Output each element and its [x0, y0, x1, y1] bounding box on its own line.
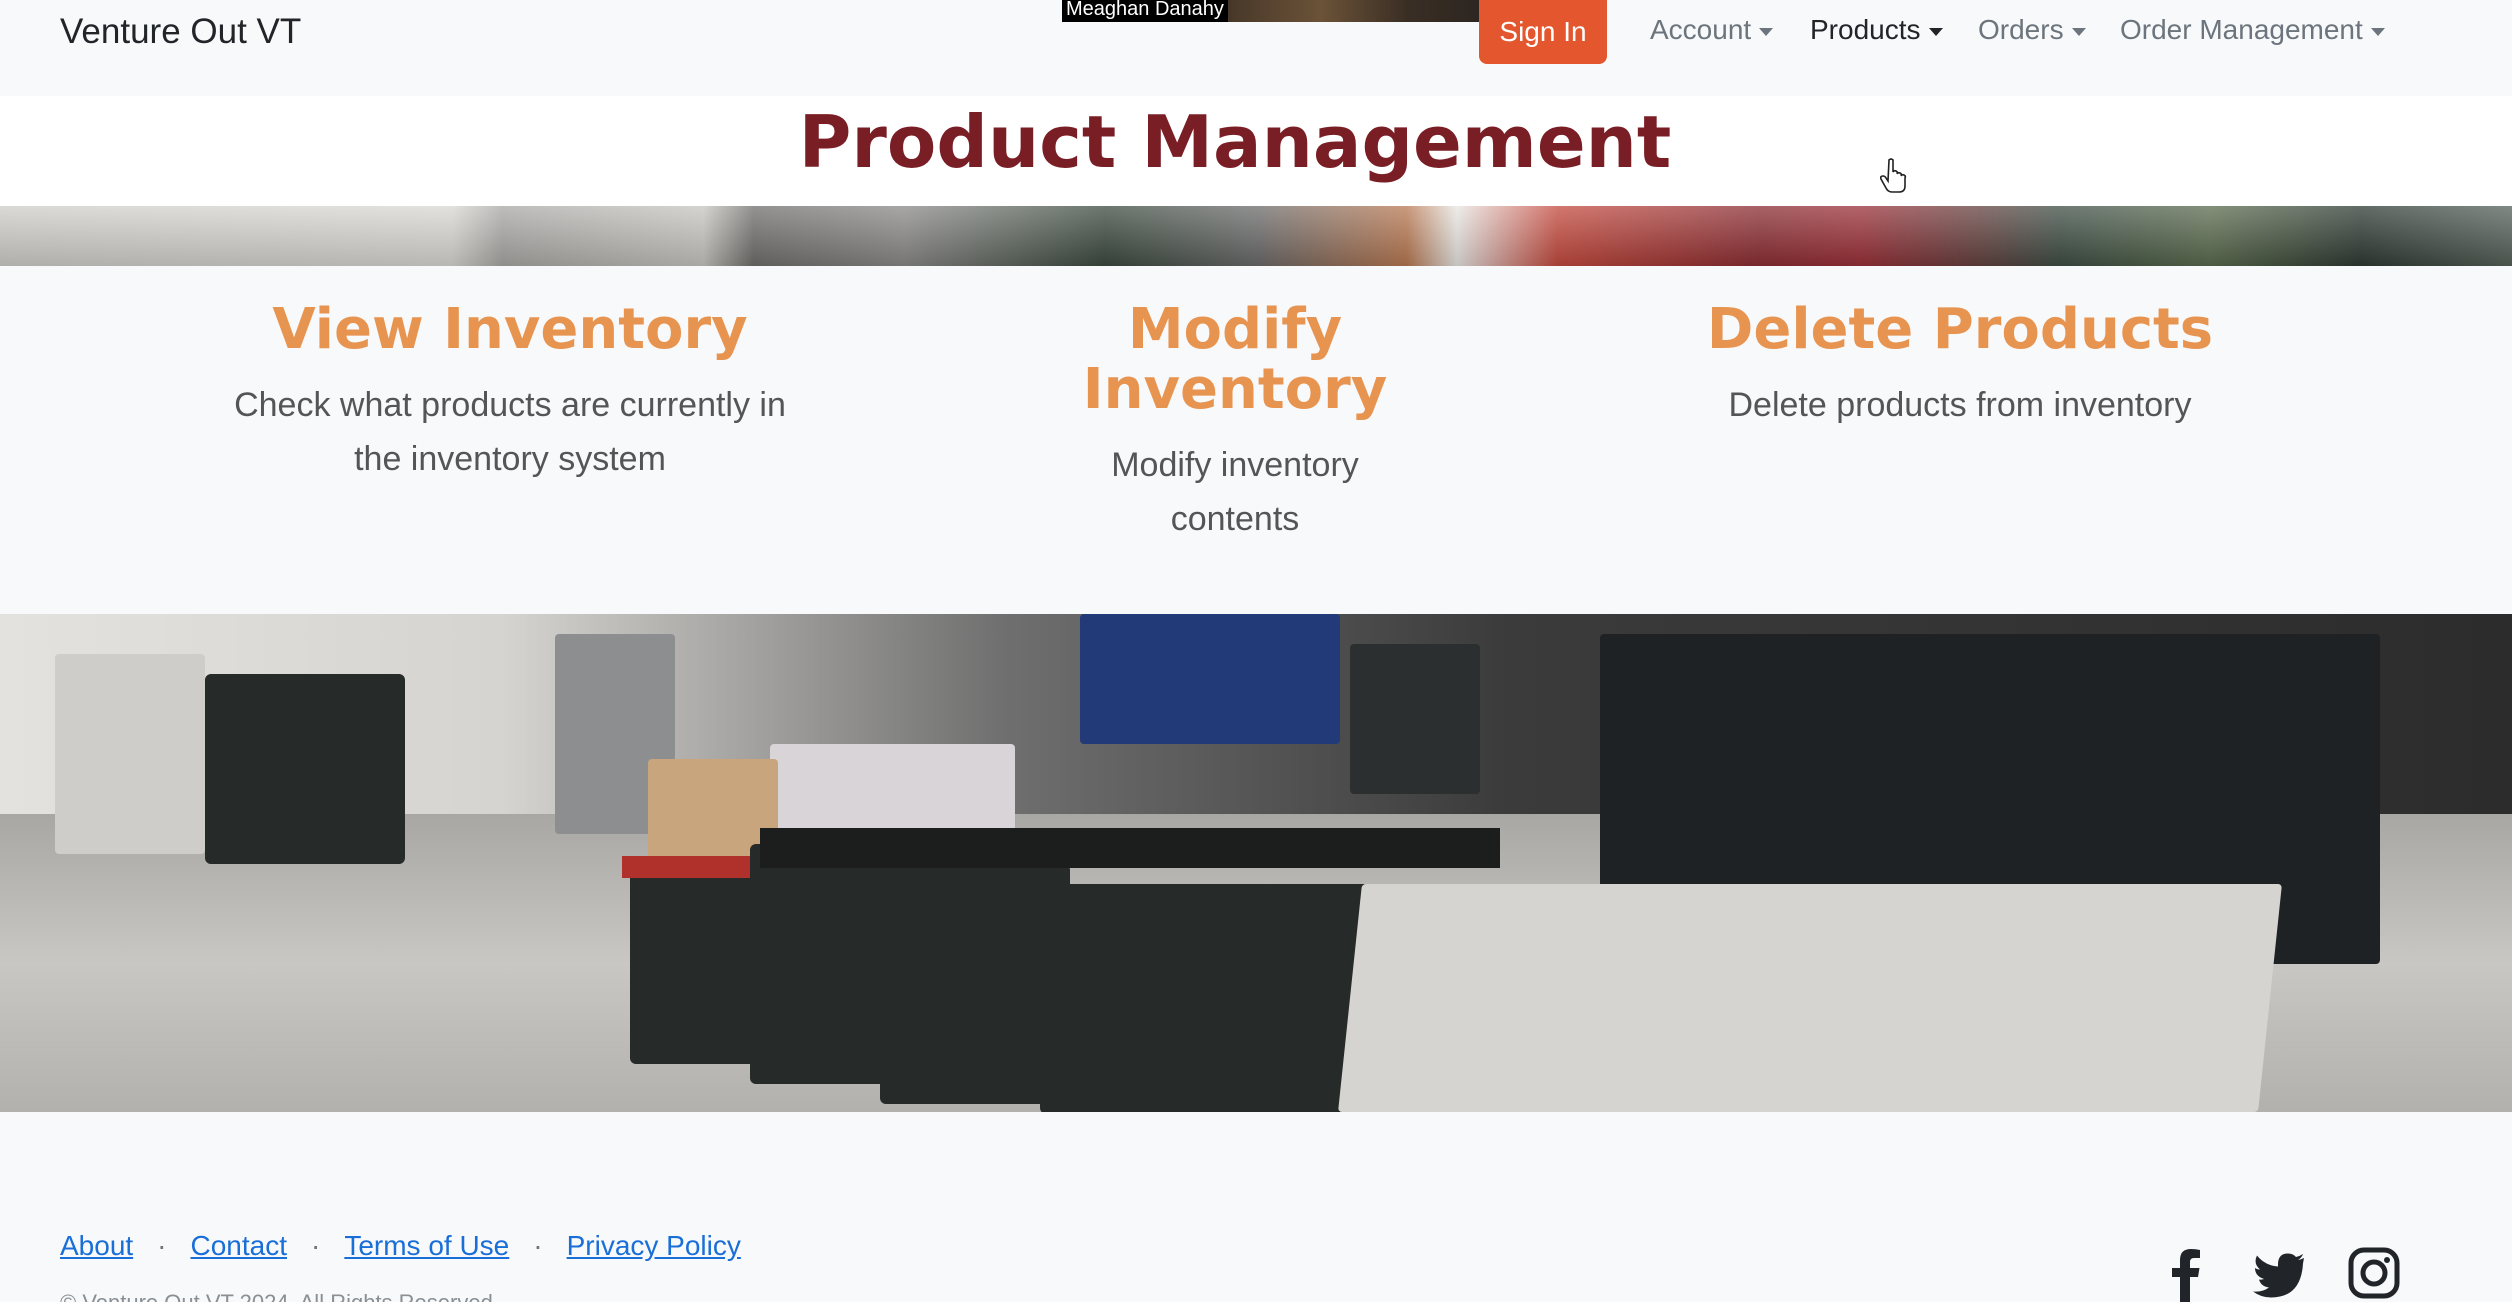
- sign-in-button[interactable]: Sign In: [1479, 0, 1607, 64]
- nav-orders-dropdown[interactable]: Orders: [1978, 14, 2086, 46]
- delete-products-link[interactable]: Delete Products: [1620, 300, 2300, 360]
- nav-products-dropdown[interactable]: Products: [1810, 14, 1943, 46]
- brand-logo-link[interactable]: Venture Out VT: [60, 12, 301, 52]
- instagram-icon[interactable]: [2346, 1244, 2402, 1302]
- modify-inventory-link[interactable]: Modify Inventory: [1000, 300, 1470, 420]
- photo-blue-bags: [1080, 614, 1340, 744]
- view-inventory-link[interactable]: View Inventory: [180, 300, 840, 360]
- video-participant-name: Meaghan Danahy: [1062, 0, 1228, 22]
- footer-contact-link[interactable]: Contact: [191, 1230, 288, 1261]
- footer-separator: ·: [533, 1230, 543, 1261]
- modify-inventory-title-line: Inventory: [1082, 357, 1388, 422]
- nav-account-dropdown[interactable]: Account: [1650, 14, 1774, 46]
- view-inventory-desc-line: Check what products are currently in: [234, 386, 786, 424]
- view-inventory-card: View Inventory Check what products are c…: [180, 300, 840, 486]
- delete-products-description: Delete products from inventory: [1728, 386, 2192, 424]
- photo-bin: [630, 864, 770, 1064]
- footer-privacy-link[interactable]: Privacy Policy: [567, 1230, 741, 1261]
- hero-image-strip: [0, 206, 2512, 266]
- chevron-down-icon: [2071, 27, 2086, 36]
- nav-order-management-dropdown[interactable]: Order Management: [2120, 14, 2385, 46]
- footer: [0, 1112, 2512, 1302]
- photo-trash-can: [55, 654, 205, 854]
- chevron-down-icon: [1928, 27, 1943, 36]
- chevron-down-icon: [2370, 27, 2385, 36]
- photo-bin: [205, 674, 405, 864]
- footer-copyright: © Venture Out VT 2024. All Rights Reserv…: [60, 1290, 499, 1302]
- modify-inventory-description: Modify inventory contents: [1000, 438, 1470, 546]
- photo-bin: [1040, 884, 1380, 1112]
- footer-terms-link[interactable]: Terms of Use: [344, 1230, 509, 1261]
- modify-inventory-desc-line: Modify inventory: [1111, 446, 1359, 484]
- nav-orders-label: Orders: [1978, 14, 2064, 45]
- footer-links: About · Contact · Terms of Use · Privacy Polic…: [60, 1230, 741, 1262]
- photo-black-case: [1350, 644, 1480, 794]
- storage-room-photo: [0, 614, 2512, 1112]
- photo-white-chest: [1338, 884, 2282, 1112]
- nav-order-management-label: Order Management: [2120, 14, 2363, 45]
- chevron-down-icon: [1759, 27, 1774, 36]
- photo-lid: [760, 828, 1500, 868]
- nav-account-label: Account: [1650, 14, 1752, 45]
- modify-inventory-desc-line: contents: [1170, 500, 1300, 538]
- page-title: Product Management: [798, 100, 1672, 184]
- footer-about-link[interactable]: About: [60, 1230, 133, 1261]
- footer-separator: ·: [311, 1230, 321, 1261]
- delete-products-card: Delete Products Delete products from inv…: [1620, 300, 2300, 432]
- view-inventory-description: Check what products are currently in the…: [180, 378, 840, 486]
- modify-inventory-card: Modify Inventory Modify inventory conten…: [1000, 300, 1470, 546]
- facebook-icon[interactable]: [2158, 1244, 2214, 1302]
- hand-pointer-icon: [1880, 158, 1907, 193]
- twitter-icon[interactable]: [2250, 1244, 2306, 1302]
- footer-separator: ·: [157, 1230, 167, 1261]
- view-inventory-desc-line: the inventory system: [354, 440, 666, 478]
- modify-inventory-title-line: Modify: [1127, 297, 1343, 362]
- nav-products-label: Products: [1810, 14, 1921, 45]
